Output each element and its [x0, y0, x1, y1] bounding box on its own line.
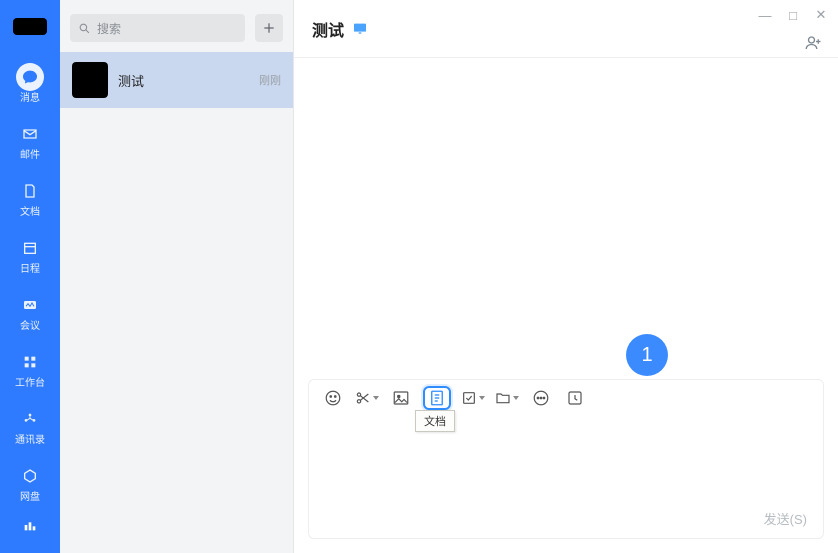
chat-messages-area: 1 [294, 58, 838, 379]
meeting-icon [16, 291, 44, 319]
compose-toolbar: 文档 [309, 380, 823, 416]
screenshot-button[interactable] [355, 386, 379, 410]
window-controls: — □ ✕ [758, 8, 828, 22]
folder-button[interactable] [495, 386, 519, 410]
window-close-button[interactable]: ✕ [814, 8, 828, 22]
tooltip-text: 文档 [424, 416, 446, 428]
user-avatar[interactable] [13, 18, 47, 35]
image-icon [392, 389, 410, 407]
contacts-icon [16, 405, 44, 433]
plus-icon [262, 21, 276, 35]
compose-box: 文档 发送(S) [308, 379, 824, 539]
search-placeholder: 搜索 [97, 20, 121, 37]
workbench-icon [16, 348, 44, 376]
window-minimize-button[interactable]: — [758, 8, 772, 22]
mail-icon [16, 120, 44, 148]
nav-item-mail[interactable]: 邮件 [0, 112, 60, 169]
document-button[interactable] [423, 386, 451, 410]
search-row: 搜索 [60, 0, 293, 52]
conversation-title: 测试 [118, 71, 259, 90]
nav-label: 网盘 [20, 492, 40, 504]
chat-panel: — □ ✕ 测试 1 [294, 0, 838, 553]
compose-textarea[interactable] [309, 416, 823, 538]
nav-label: 日程 [20, 264, 40, 276]
add-user-button[interactable] [804, 34, 822, 52]
conversation-item[interactable]: 测试 刚刚 [60, 52, 293, 108]
scissors-icon [355, 390, 371, 406]
emoji-icon [324, 389, 342, 407]
send-label: 发送(S) [764, 512, 807, 527]
window-maximize-button[interactable]: □ [786, 8, 800, 22]
nav-label: 工作台 [15, 378, 45, 390]
message-icon [16, 63, 44, 91]
add-conversation-button[interactable] [255, 14, 283, 42]
search-input[interactable]: 搜索 [70, 14, 245, 42]
tutorial-step-number: 1 [641, 344, 652, 367]
search-icon [78, 22, 91, 35]
nav-label: 会议 [20, 321, 40, 333]
drive-icon [16, 462, 44, 490]
history-icon [566, 389, 584, 407]
nav-label: 邮件 [20, 150, 40, 162]
tooltip: 文档 [415, 410, 455, 432]
more-button[interactable] [529, 386, 553, 410]
task-button[interactable] [461, 386, 485, 410]
more-icon [532, 389, 550, 407]
calendar-icon [16, 234, 44, 262]
folder-icon [495, 390, 511, 406]
left-nav: 消息 邮件 文档 日程 会议 [0, 0, 60, 553]
conversation-avatar [72, 62, 108, 98]
add-user-icon [804, 34, 822, 52]
conversation-main: 测试 [118, 71, 259, 90]
checklist-icon [461, 390, 477, 406]
nav-item-workbench[interactable]: 工作台 [0, 340, 60, 397]
conversation-time: 刚刚 [259, 72, 281, 88]
nav-item-messages[interactable]: 消息 [0, 55, 60, 112]
nav-item-docs[interactable]: 文档 [0, 169, 60, 226]
chat-header: 测试 [294, 0, 838, 58]
chat-title: 测试 [312, 17, 344, 41]
document-icon [16, 177, 44, 205]
send-button[interactable]: 发送(S) [764, 509, 807, 528]
nav-label: 通讯录 [15, 435, 45, 447]
tutorial-step-badge: 1 [626, 334, 668, 376]
stats-icon[interactable] [16, 511, 44, 539]
nav-item-contacts[interactable]: 通讯录 [0, 397, 60, 454]
app-root: 消息 邮件 文档 日程 会议 [0, 0, 838, 553]
image-button[interactable] [389, 386, 413, 410]
conversation-list-panel: 搜索 测试 刚刚 [60, 0, 294, 553]
nav-item-drive[interactable]: 网盘 [0, 454, 60, 511]
nav-item-meeting[interactable]: 会议 [0, 283, 60, 340]
nav-label: 文档 [20, 207, 40, 219]
monitor-icon [352, 21, 368, 37]
emoji-button[interactable] [321, 386, 345, 410]
document-icon [428, 389, 446, 407]
nav-label: 消息 [20, 93, 40, 105]
history-button[interactable] [563, 386, 587, 410]
nav-item-calendar[interactable]: 日程 [0, 226, 60, 283]
